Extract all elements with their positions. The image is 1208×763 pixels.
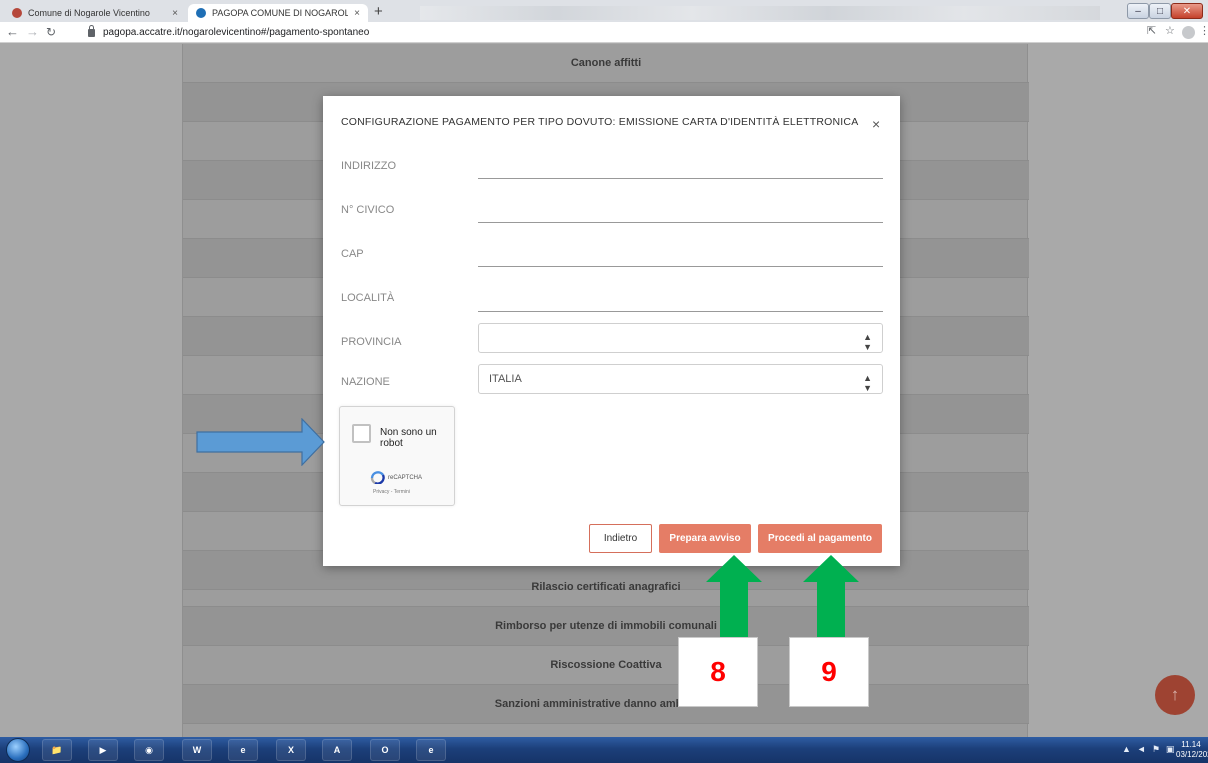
back-arrow-icon[interactable]: ← xyxy=(6,24,19,39)
window-minimize-button[interactable]: – xyxy=(1127,3,1149,19)
green-arrow-up-icon xyxy=(803,555,859,645)
start-button-icon[interactable] xyxy=(6,738,30,762)
civico-label: N° CIVICO xyxy=(341,204,395,216)
word-icon[interactable]: W xyxy=(182,739,212,761)
select-caret-icon: ▲ ▼ xyxy=(863,373,872,393)
recaptcha-checkbox[interactable] xyxy=(352,424,371,443)
recaptcha-label: Non sono un robot xyxy=(380,427,437,449)
share-icon[interactable]: ⇱ xyxy=(1147,24,1156,37)
list-item[interactable] xyxy=(183,724,1029,737)
forward-arrow-icon[interactable]: → xyxy=(26,24,39,39)
provincia-select[interactable]: ▲ ▼ xyxy=(478,323,883,353)
localita-label: LOCALITÀ xyxy=(341,292,395,304)
green-arrow-up-icon xyxy=(706,555,762,645)
url-text: pagopa.accatre.it/nogarolevicentino#/pag… xyxy=(103,27,370,38)
prepare-notice-button[interactable]: Prepara avviso xyxy=(659,524,751,553)
taskbar-clock[interactable]: 11.14 03/12/2021 xyxy=(1176,740,1208,760)
back-button[interactable]: Indietro xyxy=(589,524,652,553)
indirizzo-label: INDIRIZZO xyxy=(341,160,396,172)
payment-config-modal: CONFIGURAZIONE PAGAMENTO PER TIPO DOVUTO… xyxy=(323,96,900,566)
tab-title: Comune di Nogarole Vicentino xyxy=(28,8,150,18)
nazione-value: ITALIA xyxy=(489,373,522,385)
step-number-8: 8 xyxy=(678,637,758,707)
system-tray-icons[interactable]: ▲◄⚑▣ xyxy=(1122,744,1180,755)
comune-favicon-icon xyxy=(12,8,22,18)
address-bar[interactable]: pagopa.accatre.it/nogarolevicentino#/pag… xyxy=(70,24,1100,41)
blurred-region xyxy=(420,6,1100,20)
recaptcha-links[interactable]: Privacy - Termini xyxy=(373,489,410,495)
recaptcha-logo-icon xyxy=(370,471,385,484)
modal-title: CONFIGURAZIONE PAGAMENTO PER TIPO DOVUTO… xyxy=(341,116,859,128)
clock-date: 03/12/2021 xyxy=(1176,750,1208,759)
browser-toolbar: ← → ↻ pagopa.accatre.it/nogarolevicentin… xyxy=(0,22,1208,43)
nazione-label: NAZIONE xyxy=(341,376,390,388)
tab-title: PAGOPA COMUNE DI NOGAROL xyxy=(212,8,349,18)
recaptcha-widget: Non sono un robot reCAPTCHA Privacy - Te… xyxy=(339,406,455,506)
window-close-button[interactable]: ✕ xyxy=(1171,3,1203,19)
bookmark-star-icon[interactable]: ☆ xyxy=(1165,24,1175,37)
indirizzo-input[interactable] xyxy=(478,178,883,179)
scroll-to-top-button[interactable]: ↑ xyxy=(1155,675,1195,715)
lock-icon xyxy=(88,24,95,37)
list-item[interactable]: Canone affitti xyxy=(183,44,1029,83)
list-item[interactable]: Rimborso per utenze di immobili comunali xyxy=(183,607,1029,646)
select-caret-icon: ▲ ▼ xyxy=(863,332,872,352)
windows-taskbar: 📁 ▶ ◉ W e X A O e ▲◄⚑▣ 11.14 03/12/2021 xyxy=(0,737,1208,763)
chrome-icon[interactable]: ◉ xyxy=(134,739,164,761)
tab-close-icon[interactable]: × xyxy=(172,8,178,19)
recaptcha-brand: reCAPTCHA xyxy=(388,475,423,481)
list-item[interactable]: Sanzioni amministrative danno ambientale xyxy=(183,685,1029,724)
tab-close-icon[interactable]: × xyxy=(354,8,360,19)
cap-label: CAP xyxy=(341,248,364,260)
blue-arrow-annotation-icon xyxy=(196,418,325,466)
nazione-select[interactable]: ITALIA ▲ ▼ xyxy=(478,364,883,394)
excel-icon[interactable]: X xyxy=(276,739,306,761)
localita-input[interactable] xyxy=(478,311,883,312)
acrobat-icon[interactable]: A xyxy=(322,739,352,761)
list-item[interactable]: Rilascio certificati anagrafici xyxy=(183,568,1029,607)
cap-input[interactable] xyxy=(478,266,883,267)
civico-input[interactable] xyxy=(478,222,883,223)
internet-explorer-icon[interactable]: e xyxy=(228,739,258,761)
clock-time: 11.14 xyxy=(1181,740,1201,749)
edge-icon[interactable]: e xyxy=(416,739,446,761)
modal-close-icon[interactable]: × xyxy=(872,116,880,132)
new-tab-button[interactable]: + xyxy=(374,3,383,20)
list-item[interactable]: Riscossione Coattiva xyxy=(183,646,1029,685)
outlook-icon[interactable]: O xyxy=(370,739,400,761)
explorer-icon[interactable]: 📁 xyxy=(42,739,72,761)
proceed-payment-button[interactable]: Procedi al pagamento xyxy=(758,524,882,553)
tab-pagopa[interactable]: PAGOPA COMUNE DI NOGAROL × xyxy=(188,4,368,22)
profile-avatar-icon[interactable] xyxy=(1182,26,1195,39)
window-maximize-button[interactable]: □ xyxy=(1149,3,1171,19)
reload-icon[interactable]: ↻ xyxy=(46,25,56,39)
provincia-label: PROVINCIA xyxy=(341,336,402,348)
kebab-menu-icon[interactable]: ⋮ xyxy=(1199,24,1208,37)
step-number-9: 9 xyxy=(789,637,869,707)
pagopa-favicon-icon xyxy=(196,8,206,18)
browser-tab-bar: Comune di Nogarole Vicentino × PAGOPA CO… xyxy=(0,0,1208,22)
media-player-icon[interactable]: ▶ xyxy=(88,739,118,761)
tab-comune[interactable]: Comune di Nogarole Vicentino × xyxy=(4,4,186,22)
